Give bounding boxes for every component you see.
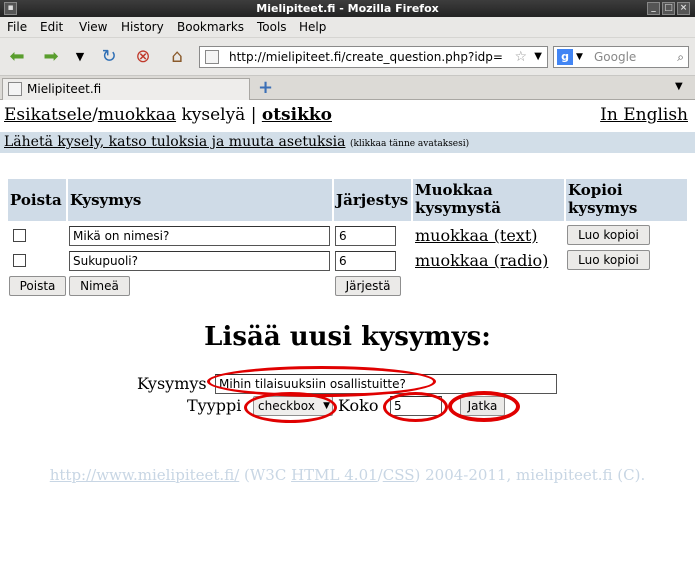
banner-note: (klikkaa tänne avataksesi) <box>349 139 470 149</box>
footer-home-link[interactable]: http://www.mielipiteet.fi/ <box>50 466 240 484</box>
column-header-question: Kysymys <box>68 179 332 221</box>
tab-list-icon[interactable]: ▼ <box>675 81 683 92</box>
search-placeholder: Google <box>594 50 637 64</box>
footer-css-link[interactable]: CSS <box>383 466 415 484</box>
add-question-title: Lisää uusi kysymys: <box>204 322 491 352</box>
search-icon[interactable]: ⌕ <box>677 47 684 67</box>
edit-link-row2[interactable]: muokkaa (radio) <box>415 251 548 270</box>
copy-button-row1[interactable]: Luo kopioi <box>567 225 650 245</box>
type-select-value: checkbox <box>258 399 315 413</box>
delete-checkbox-row2[interactable] <box>13 254 26 267</box>
page-title: Esikatsele/muokkaa kyselyä | otsikko <box>4 105 332 125</box>
url-dropdown-icon[interactable]: ▼ <box>534 47 542 67</box>
survey-title-link[interactable]: otsikko <box>262 105 332 125</box>
maximize-icon[interactable]: □ <box>662 2 675 15</box>
question-input-row1[interactable]: Mikä on nimesi? <box>69 226 330 246</box>
window-menu-icon[interactable]: ▪ <box>4 2 17 15</box>
column-header-copy: Kopioi kysymys <box>566 179 687 221</box>
tab-mielipiteet[interactable]: Mielipiteet.fi <box>2 78 250 100</box>
delete-button[interactable]: Poista <box>9 276 66 296</box>
new-question-input[interactable]: Mihin tilaisuuksiin osallistuitte? <box>215 374 557 394</box>
close-icon[interactable]: × <box>677 2 690 15</box>
reload-icon[interactable]: ↻ <box>98 46 120 68</box>
footer-html-link[interactable]: HTML 4.01 <box>291 466 378 484</box>
tab-favicon-icon <box>8 82 22 96</box>
footer-copyright: ) 2004-2011, mielipiteet.fi (C). <box>414 466 646 484</box>
window-title: Mielipiteet.fi - Mozilla Firefox <box>256 2 439 15</box>
menu-bar: File Edit View History Bookmarks Tools H… <box>0 17 695 38</box>
menu-bookmarks[interactable]: Bookmarks <box>177 20 244 34</box>
column-header-edit: Muokkaa kysymystä <box>413 179 564 221</box>
menu-tools[interactable]: Tools <box>257 20 287 34</box>
home-icon[interactable]: ⌂ <box>166 46 188 68</box>
question-input-row2[interactable]: Sukupuoli? <box>69 251 330 271</box>
settings-banner: Lähetä kysely, katso tuloksia ja muuta a… <box>0 132 695 153</box>
site-favicon-icon <box>205 50 219 64</box>
footer-text: (W3C <box>239 466 292 484</box>
delete-checkbox-row1[interactable] <box>13 229 26 242</box>
type-select[interactable]: checkbox ▼ <box>253 396 333 416</box>
order-input-row2[interactable]: 6 <box>335 251 396 271</box>
menu-help[interactable]: Help <box>299 20 326 34</box>
menu-history[interactable]: History <box>121 20 164 34</box>
menu-view[interactable]: View <box>79 20 107 34</box>
url-bar[interactable]: http://mielipiteet.fi/create_question.ph… <box>199 46 548 68</box>
forward-icon[interactable]: ➡ <box>40 46 62 68</box>
order-input-row1[interactable]: 6 <box>335 226 396 246</box>
minimize-icon[interactable]: _ <box>647 2 660 15</box>
search-box[interactable]: g ▼ Google ⌕ <box>553 46 689 68</box>
heading-text: kyselyä | <box>176 105 262 125</box>
size-input[interactable]: 5 <box>390 396 442 416</box>
history-dropdown-icon[interactable]: ▼ <box>69 46 91 68</box>
page-footer: http://www.mielipiteet.fi/ (W3C HTML 4.0… <box>0 466 695 484</box>
navigation-toolbar: ⬅ ➡ ▼ ↻ ⊗ ⌂ http://mielipiteet.fi/create… <box>0 38 695 76</box>
chevron-down-icon: ▼ <box>323 401 330 411</box>
menu-file[interactable]: File <box>7 20 27 34</box>
size-label: Koko <box>338 396 379 415</box>
column-header-delete: Poista <box>8 179 66 221</box>
search-engine-icon[interactable]: g <box>557 49 573 65</box>
preview-link[interactable]: Esikatsele <box>4 105 92 125</box>
tab-title: Mielipiteet.fi <box>27 82 102 96</box>
bookmark-star-icon[interactable]: ☆ <box>514 47 527 67</box>
back-icon[interactable]: ⬅ <box>6 46 28 68</box>
copy-button-row2[interactable]: Luo kopioi <box>567 250 650 270</box>
tab-strip: Mielipiteet.fi + ▼ <box>0 76 695 100</box>
settings-link[interactable]: Lähetä kysely, katso tuloksia ja muuta a… <box>4 134 346 150</box>
url-text: http://mielipiteet.fi/create_question.ph… <box>229 50 503 64</box>
rename-button[interactable]: Nimeä <box>69 276 130 296</box>
edit-link-row1[interactable]: muokkaa (text) <box>415 226 538 245</box>
column-header-order: Järjestys <box>334 179 411 221</box>
window-titlebar: Mielipiteet.fi - Mozilla Firefox ▪ _ □ × <box>0 0 695 17</box>
search-engine-dropdown-icon[interactable]: ▼ <box>576 47 583 67</box>
english-link[interactable]: In English <box>600 105 688 125</box>
continue-button[interactable]: Jatka <box>460 396 505 416</box>
edit-link[interactable]: muokkaa <box>98 105 176 125</box>
stop-icon[interactable]: ⊗ <box>132 46 154 68</box>
menu-edit[interactable]: Edit <box>40 20 63 34</box>
reorder-button[interactable]: Järjestä <box>335 276 401 296</box>
type-label: Tyyppi <box>187 396 242 415</box>
question-label: Kysymys <box>137 374 207 393</box>
new-tab-icon[interactable]: + <box>258 77 273 98</box>
